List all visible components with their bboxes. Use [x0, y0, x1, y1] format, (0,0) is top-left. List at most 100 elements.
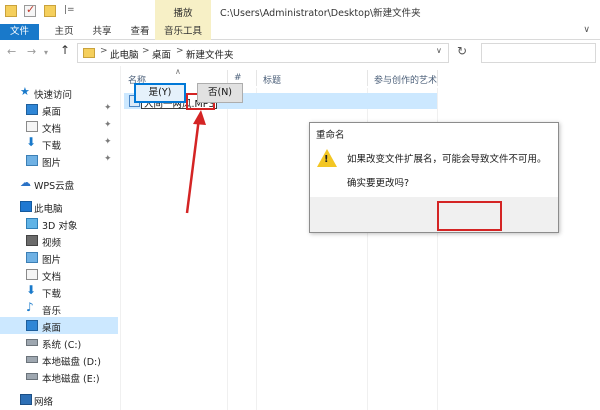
- breadcrumb-new-folder[interactable]: 新建文件夹: [186, 47, 234, 61]
- sidebar-item-label: 桌面: [42, 323, 62, 334]
- quick-access-customize[interactable]: |=: [64, 5, 75, 15]
- sidebar-item-label: 本地磁盘 (D:): [42, 357, 101, 368]
- file-list: [120, 66, 600, 410]
- sidebar-item-label: 文档: [42, 272, 62, 283]
- sidebar-item-label: 系统 (C:): [42, 340, 82, 351]
- column-divider[interactable]: [437, 70, 438, 86]
- drive-icon: [26, 339, 38, 346]
- sidebar-item-wps-cloud[interactable]: ☁ WPS云盘: [0, 175, 118, 192]
- chevron-down-icon[interactable]: ∨: [436, 46, 442, 55]
- documents-icon: [26, 269, 38, 280]
- music-icon: ♪: [26, 300, 34, 314]
- sidebar-item-label: 此电脑: [34, 204, 63, 215]
- title-bar: |= 播放 C:\Users\Administrator\Desktop\新建文…: [0, 0, 600, 24]
- sidebar-item-pictures[interactable]: 图片 ✦: [0, 152, 118, 169]
- forward-arrow-icon[interactable]: →: [27, 45, 36, 58]
- refresh-icon[interactable]: ↻: [453, 44, 471, 62]
- tab-view[interactable]: 查看: [122, 24, 158, 40]
- sidebar-item-label: 下载: [42, 141, 62, 152]
- sidebar-item-label: 本地磁盘 (E:): [42, 374, 100, 385]
- breadcrumb-desktop[interactable]: 桌面: [152, 47, 171, 61]
- sidebar-item-label: 桌面: [42, 107, 62, 118]
- sidebar-item-network[interactable]: 网络: [0, 391, 118, 408]
- sidebar-item-label: 网络: [34, 397, 54, 408]
- drive-icon: [26, 356, 38, 363]
- new-folder-icon[interactable]: [44, 5, 56, 17]
- sidebar-item-desktop[interactable]: 桌面 ✦: [0, 101, 118, 118]
- pictures-icon: [26, 252, 38, 263]
- properties-icon[interactable]: [24, 3, 36, 17]
- dialog-question: 确实要更改吗?: [347, 178, 410, 189]
- breadcrumb-this-pc[interactable]: 此电脑: [110, 47, 139, 61]
- sidebar-item-label: 文档: [42, 124, 62, 135]
- column-header-artist[interactable]: 参与创作的艺术: [374, 73, 437, 86]
- yes-button[interactable]: 是(Y): [134, 83, 186, 103]
- tab-home[interactable]: 主页: [46, 24, 82, 40]
- yes-highlight-box: [437, 201, 502, 231]
- sidebar-item-pictures-pc[interactable]: 图片: [0, 249, 118, 266]
- tab-share[interactable]: 共享: [84, 24, 120, 40]
- sidebar-item-this-pc[interactable]: 此电脑: [0, 198, 118, 215]
- dialog-title: 重命名: [316, 130, 345, 141]
- sidebar-item-label: 视频: [42, 238, 62, 249]
- pin-icon[interactable]: ✦: [104, 137, 112, 147]
- sidebar-item-quick-access[interactable]: ★ 快速访问: [0, 84, 118, 101]
- sidebar-item-label: 下载: [42, 289, 62, 300]
- sidebar-item-music[interactable]: ♪ 音乐: [0, 300, 118, 317]
- sidebar-item-drive-c[interactable]: 系统 (C:): [0, 334, 118, 351]
- recent-locations-icon[interactable]: ▾: [44, 48, 48, 57]
- cloud-icon: ☁: [20, 176, 31, 189]
- no-button[interactable]: 否(N): [197, 83, 243, 103]
- column-header-title[interactable]: 标题: [263, 73, 281, 86]
- sidebar-item-label: 图片: [42, 255, 62, 266]
- download-icon: ⬇: [26, 283, 37, 297]
- address-bar[interactable]: > 此电脑 > 桌面 > 新建文件夹 ∨: [77, 43, 449, 63]
- download-icon: ⬇: [26, 135, 37, 149]
- breadcrumb-separator[interactable]: >: [100, 46, 108, 56]
- sidebar-item-desktop-pc[interactable]: 桌面: [0, 317, 118, 334]
- column-guide-line: [227, 88, 228, 410]
- column-divider[interactable]: [367, 70, 368, 86]
- pin-icon[interactable]: ✦: [104, 154, 112, 164]
- sidebar-item-label: 图片: [42, 158, 62, 169]
- drive-icon: [26, 373, 38, 380]
- up-arrow-icon[interactable]: ↑: [60, 43, 70, 57]
- sidebar-item-downloads[interactable]: ⬇ 下载 ✦: [0, 135, 118, 152]
- column-divider[interactable]: [256, 70, 257, 86]
- sidebar-item-downloads-pc[interactable]: ⬇ 下载: [0, 283, 118, 300]
- column-header-number[interactable]: #: [234, 73, 242, 83]
- folder-icon[interactable]: [5, 5, 17, 17]
- chevron-down-icon[interactable]: ∨: [583, 25, 590, 35]
- pin-icon[interactable]: ✦: [104, 103, 112, 113]
- desktop-icon: [26, 104, 38, 115]
- tab-music-tools[interactable]: 音乐工具: [155, 24, 211, 40]
- network-icon: [20, 394, 32, 405]
- video-icon: [26, 235, 38, 246]
- pc-icon: [20, 201, 32, 212]
- back-arrow-icon[interactable]: ←: [7, 45, 16, 58]
- sidebar-item-documents[interactable]: 文档 ✦: [0, 118, 118, 135]
- context-tab-group-label: 播放: [173, 8, 193, 19]
- rename-dialog: 重命名 ! 如果改变文件扩展名，可能会导致文件不可用。 确实要更改吗?: [309, 122, 559, 233]
- sidebar-item-documents-pc[interactable]: 文档: [0, 266, 118, 283]
- sidebar-item-3d-objects[interactable]: 3D 对象: [0, 215, 118, 232]
- column-guide-line: [256, 88, 257, 410]
- sidebar-item-label: WPS云盘: [34, 181, 75, 192]
- pin-icon[interactable]: ✦: [104, 120, 112, 130]
- documents-icon: [26, 121, 38, 132]
- tab-file[interactable]: 文件: [0, 24, 39, 40]
- dialog-message: 如果改变文件扩展名，可能会导致文件不可用。: [347, 154, 547, 165]
- 3d-objects-icon: [26, 218, 38, 229]
- breadcrumb-separator[interactable]: >: [142, 46, 150, 56]
- dialog-footer: [310, 197, 558, 232]
- star-icon: ★: [20, 85, 30, 98]
- window-title: C:\Users\Administrator\Desktop\新建文件夹: [220, 8, 421, 19]
- warning-icon-mark: !: [324, 154, 329, 165]
- sidebar-item-label: 快速访问: [34, 90, 73, 101]
- sidebar-item-videos[interactable]: 视频: [0, 232, 118, 249]
- search-input[interactable]: [481, 43, 596, 63]
- sidebar-item-label: 音乐: [42, 306, 62, 317]
- sidebar-item-drive-d[interactable]: 本地磁盘 (D:): [0, 351, 118, 368]
- breadcrumb-separator[interactable]: >: [176, 46, 184, 56]
- sidebar-item-drive-e[interactable]: 本地磁盘 (E:): [0, 368, 118, 385]
